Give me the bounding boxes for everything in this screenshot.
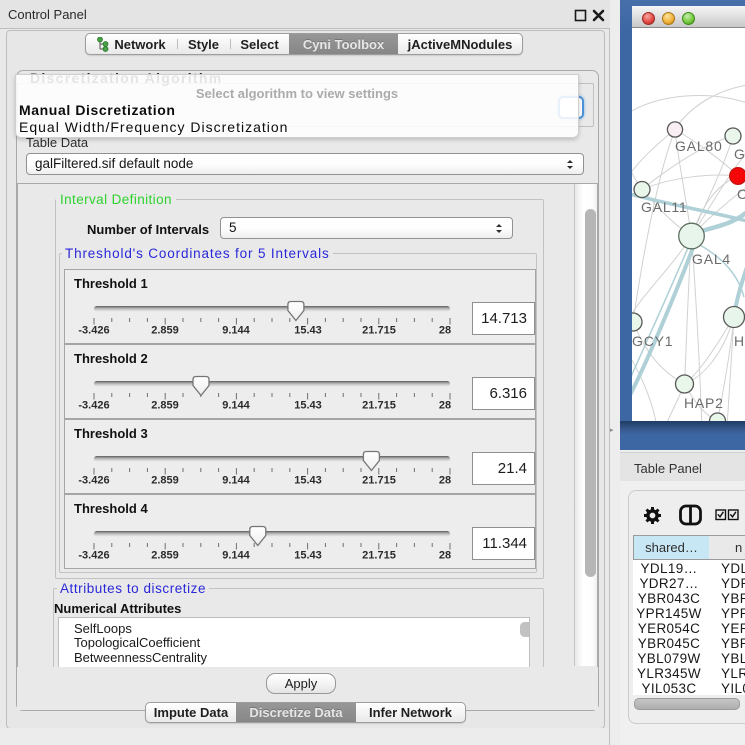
svg-text:9.144: 9.144 (222, 550, 250, 562)
svg-text:2.859: 2.859 (151, 400, 179, 412)
svg-text:15.43: 15.43 (294, 475, 322, 487)
svg-text:9.144: 9.144 (222, 325, 250, 337)
svg-text:HAP2: HAP2 (684, 395, 724, 411)
svg-text:21.715: 21.715 (362, 325, 396, 337)
svg-text:H: H (734, 333, 745, 349)
svg-text:2.859: 2.859 (151, 325, 179, 337)
svg-text:9.144: 9.144 (222, 400, 250, 412)
svg-text:GAL11: GAL11 (641, 199, 688, 215)
svg-text:C: C (737, 186, 745, 202)
svg-text:28: 28 (439, 325, 451, 337)
svg-text:GAL80: GAL80 (675, 138, 723, 154)
svg-text:21.715: 21.715 (362, 400, 396, 412)
svg-text:-3.426: -3.426 (78, 325, 109, 337)
svg-text:15.43: 15.43 (294, 550, 322, 562)
svg-text:GCY1: GCY1 (632, 333, 673, 349)
svg-text:-3.426: -3.426 (78, 550, 109, 562)
svg-text:2.859: 2.859 (151, 475, 179, 487)
svg-text:28: 28 (439, 550, 451, 562)
svg-text:9.144: 9.144 (222, 475, 250, 487)
svg-text:28: 28 (439, 475, 451, 487)
svg-text:21.715: 21.715 (362, 475, 396, 487)
svg-text:-3.426: -3.426 (78, 475, 109, 487)
svg-text:15.43: 15.43 (294, 325, 322, 337)
svg-text:-3.426: -3.426 (78, 400, 109, 412)
svg-text:2.859: 2.859 (151, 550, 179, 562)
svg-text:GAL4: GAL4 (692, 251, 731, 267)
svg-text:28: 28 (439, 400, 451, 412)
svg-text:15.43: 15.43 (294, 400, 322, 412)
svg-text:GA: GA (734, 146, 745, 162)
svg-text:21.715: 21.715 (362, 550, 396, 562)
